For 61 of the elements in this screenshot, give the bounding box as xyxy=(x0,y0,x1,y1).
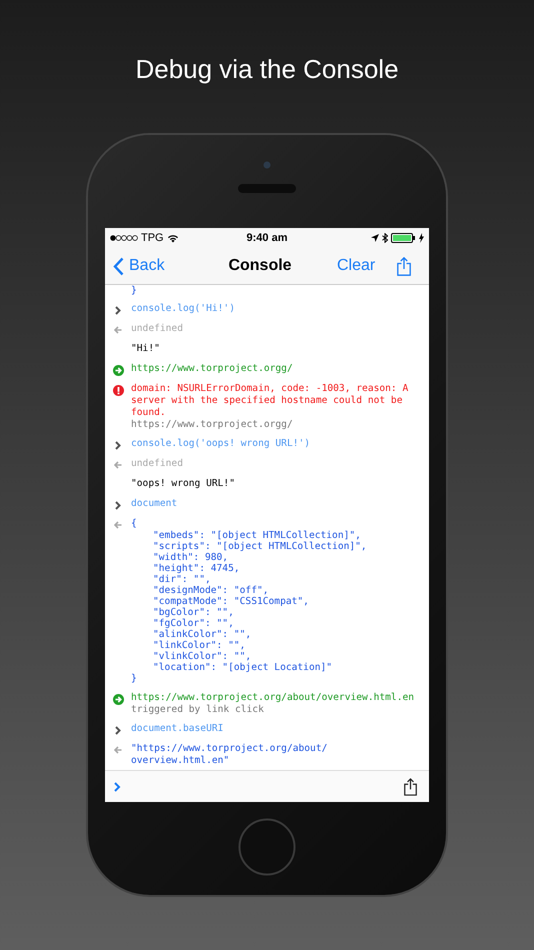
clear-button[interactable]: Clear xyxy=(337,257,376,275)
console-line: "https://www.torproject.org/about/ xyxy=(131,743,328,755)
camera-icon xyxy=(263,161,271,169)
object-property: "linkColor": "", xyxy=(152,640,246,651)
share-icon[interactable] xyxy=(404,778,417,796)
object-property: "bgColor": "", xyxy=(152,607,235,618)
object-property: "dir": "", xyxy=(152,574,212,585)
error-icon xyxy=(112,384,124,396)
object-property: "vlinkColor": "", xyxy=(152,651,252,662)
return-arrow-icon xyxy=(114,326,122,334)
console-line: found. xyxy=(131,407,167,419)
object-property: "compatMode": "CSS1Compat", xyxy=(152,596,310,607)
console-line: "oops! wrong URL!" xyxy=(131,478,235,490)
speaker-icon xyxy=(238,184,296,193)
arrow-circle-icon xyxy=(112,364,124,376)
object-brace: } xyxy=(131,673,138,685)
console-line: https://www.torproject.org/about/overview.html.en xyxy=(131,692,414,704)
console-line: domain: NSURLErrorDomain, code: -1003, reason: A xyxy=(131,383,408,395)
object-property: "embeds": "[object HTMLCollection]", xyxy=(152,530,362,541)
console-line: document.baseURI xyxy=(131,723,224,735)
prompt-chevron-icon xyxy=(115,726,121,734)
prompt-chevron-icon xyxy=(115,306,121,314)
arrow-circle-icon xyxy=(112,694,124,704)
object-property: "location": "[object Location]" xyxy=(152,662,334,673)
chevron-left-icon xyxy=(113,256,124,276)
object-property: "scripts": "[object HTMLCollection]", xyxy=(152,541,367,552)
console-line: undefined xyxy=(131,458,183,470)
console-line: document xyxy=(131,498,178,510)
return-arrow-icon xyxy=(114,746,122,754)
return-arrow-icon xyxy=(114,521,122,529)
console-line: console.log('oops! wrong URL!') xyxy=(131,438,310,450)
object-property: "designMode": "off", xyxy=(152,585,270,596)
prompt-chevron-icon xyxy=(115,440,121,450)
return-arrow-icon xyxy=(114,461,122,469)
carrier-name: TPG xyxy=(141,232,164,244)
console-line: } xyxy=(131,285,137,297)
console-line: server with the specified hostname could not be xyxy=(131,395,404,407)
object-property: "width": 980, xyxy=(152,552,230,563)
charging-icon xyxy=(418,233,424,243)
object-brace: { xyxy=(131,518,138,530)
bluetooth-icon xyxy=(382,233,388,243)
object-property: "height": 4745, xyxy=(152,563,241,574)
back-button[interactable]: Back xyxy=(113,256,205,276)
console-detail: https://www.torproject.orgg/ xyxy=(131,419,294,431)
console-line: "Hi!" xyxy=(131,343,160,355)
console-detail: triggered by link click xyxy=(131,704,265,716)
console-line: console.log('Hi!') xyxy=(131,303,235,315)
prompt-chevron-icon xyxy=(114,782,121,792)
location-icon xyxy=(370,234,379,242)
object-property: "fgColor": "", xyxy=(152,618,235,629)
clock-time: 9:40 am xyxy=(246,232,288,244)
console-line: undefined xyxy=(131,323,183,335)
console-line: overview.html.en" xyxy=(131,755,230,767)
screen-title: Console xyxy=(227,257,293,275)
signal-icon xyxy=(110,235,138,241)
console-line: https://www.torproject.orgg/ xyxy=(131,363,293,375)
battery-icon xyxy=(390,233,416,243)
wifi-icon xyxy=(166,234,179,242)
object-property: "alinkColor": "", xyxy=(152,629,252,640)
headline: Debug via the Console xyxy=(135,53,399,85)
prompt-chevron-icon xyxy=(115,500,121,510)
